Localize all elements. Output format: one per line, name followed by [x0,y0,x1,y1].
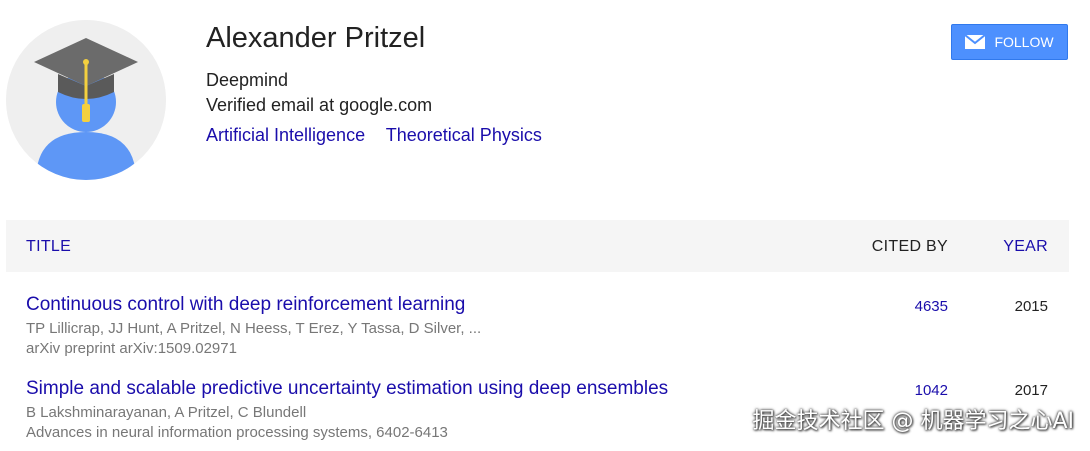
paper-title-link[interactable]: Simple and scalable predictive uncertain… [26,378,668,400]
paper-title-link[interactable]: Continuous control with deep reinforceme… [26,294,465,316]
interests-list: Artificial Intelligence Theoretical Phys… [206,125,558,146]
profile-email: Verified email at google.com [206,95,433,115]
profile-affiliation: Deepmind [206,70,289,90]
follow-label: FOLLOW [994,34,1054,50]
paper-authors: B Lakshminarayanan, A Pritzel, C Blundel… [26,404,307,421]
table-row: Continuous control with deep reinforceme… [0,294,1090,358]
cited-by-link[interactable]: 1042 [915,382,948,399]
table-header: TITLE CITED BY YEAR [6,220,1069,272]
cited-by-link[interactable]: 4635 [915,298,948,315]
envelope-icon [965,35,986,49]
interest-link-ai[interactable]: Artificial Intelligence [206,125,365,145]
paper-year: 2017 [1014,382,1048,399]
paper-venue: arXiv preprint arXiv:1509.02971 [26,340,237,357]
sort-year[interactable]: YEAR [1003,238,1048,256]
paper-authors: TP Lillicrap, JJ Hunt, A Pritzel, N Hees… [26,320,482,337]
graduate-avatar-icon [6,20,166,180]
interest-link-physics[interactable]: Theoretical Physics [386,125,542,145]
paper-year: 2015 [1014,298,1048,315]
watermark: 掘金技术社区 @ 机器学习之心AI [752,409,1074,434]
profile-name: Alexander Pritzel [206,22,426,54]
sort-title[interactable]: TITLE [26,238,71,256]
follow-button[interactable]: FOLLOW [951,24,1068,60]
avatar [6,20,166,180]
paper-venue: Advances in neural information processin… [26,424,448,441]
sort-cited-by[interactable]: CITED BY [872,238,948,256]
